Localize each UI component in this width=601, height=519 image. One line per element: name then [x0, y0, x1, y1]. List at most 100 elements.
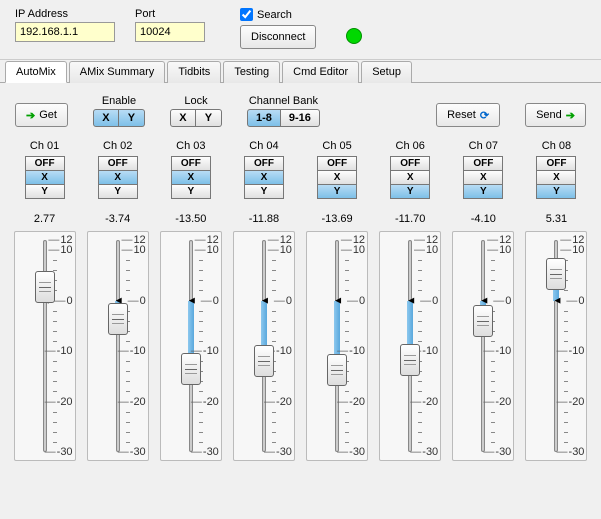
- channel-6: Ch 06 OFF X Y -11.70 12100-10-20-30 ◄: [374, 140, 447, 461]
- fader-thumb[interactable]: [108, 303, 128, 335]
- search-label: Search: [257, 9, 292, 21]
- fader-thumb[interactable]: [400, 344, 420, 376]
- channel-y-button[interactable]: Y: [536, 185, 576, 199]
- channel-off-button[interactable]: OFF: [244, 156, 284, 171]
- tab-automix[interactable]: AutoMix: [5, 61, 67, 83]
- channel-value: -11.70: [395, 213, 425, 225]
- channel-fader[interactable]: 12100-10-20-30 ◄: [525, 231, 587, 461]
- channel-x-button[interactable]: X: [98, 171, 138, 185]
- channel-off-button[interactable]: OFF: [536, 156, 576, 171]
- arrow-right-icon: ➔: [566, 109, 575, 122]
- ip-label: IP Address: [15, 8, 115, 20]
- lock-x-button[interactable]: X: [170, 109, 196, 127]
- channel-title: Ch 07: [469, 140, 498, 152]
- connection-status-indicator: [346, 28, 362, 44]
- channel-8: Ch 08 OFF X Y 5.31 12100-10-20-30 ◄: [520, 140, 593, 461]
- channel-x-button[interactable]: X: [463, 171, 503, 185]
- tab-amix-summary[interactable]: AMix Summary: [69, 61, 166, 83]
- port-label: Port: [135, 8, 205, 20]
- channel-fader[interactable]: 12100-10-20-30 ◄: [233, 231, 295, 461]
- channels-container: Ch 01 OFF X Y 2.77 12100-10-20-30 ◄ Ch 0…: [0, 135, 601, 466]
- zero-pointer-icon: ◄: [333, 295, 343, 306]
- connection-panel: IP Address Port Search Disconnect: [0, 0, 601, 60]
- bank-1-8-button[interactable]: 1-8: [247, 109, 281, 127]
- channel-value: -13.50: [175, 213, 206, 225]
- channel-y-button[interactable]: Y: [98, 185, 138, 199]
- channel-title: Ch 05: [322, 140, 351, 152]
- channel-off-button[interactable]: OFF: [98, 156, 138, 171]
- zero-pointer-icon: ◄: [187, 295, 197, 306]
- fader-thumb[interactable]: [181, 353, 201, 385]
- tab-bar: AutoMixAMix SummaryTidbitsTestingCmd Edi…: [0, 60, 601, 83]
- port-input[interactable]: [135, 22, 205, 42]
- channel-title: Ch 06: [396, 140, 425, 152]
- channel-fader[interactable]: 12100-10-20-30 ◄: [452, 231, 514, 461]
- channel-title: Ch 03: [176, 140, 205, 152]
- channel-x-button[interactable]: X: [317, 171, 357, 185]
- channel-fader[interactable]: 12100-10-20-30 ◄: [160, 231, 222, 461]
- zero-pointer-icon: ◄: [553, 295, 563, 306]
- ip-input[interactable]: [15, 22, 115, 42]
- channel-fader[interactable]: 12100-10-20-30 ◄: [14, 231, 76, 461]
- channel-2: Ch 02 OFF X Y -3.74 12100-10-20-30 ◄: [81, 140, 154, 461]
- fader-thumb[interactable]: [254, 345, 274, 377]
- channel-off-button[interactable]: OFF: [390, 156, 430, 171]
- channel-title: Ch 02: [103, 140, 132, 152]
- fader-thumb[interactable]: [473, 305, 493, 337]
- arrow-right-icon: ➔: [26, 109, 35, 122]
- get-button[interactable]: ➔Get: [15, 103, 68, 127]
- channel-y-button[interactable]: Y: [463, 185, 503, 199]
- tab-tidbits[interactable]: Tidbits: [167, 61, 221, 83]
- channel-x-button[interactable]: X: [536, 171, 576, 185]
- channel-value: -4.10: [471, 213, 496, 225]
- send-button[interactable]: Send ➔: [525, 103, 586, 127]
- fader-thumb[interactable]: [546, 258, 566, 290]
- bank-9-16-button[interactable]: 9-16: [281, 109, 320, 127]
- reset-button[interactable]: Reset ⟳: [436, 103, 500, 127]
- zero-pointer-icon: ◄: [260, 295, 270, 306]
- channel-y-button[interactable]: Y: [171, 185, 211, 199]
- channel-title: Ch 04: [249, 140, 278, 152]
- channel-bank-label: Channel Bank: [249, 95, 318, 107]
- channel-4: Ch 04 OFF X Y -11.88 12100-10-20-30 ◄: [227, 140, 300, 461]
- controls-row: ➔Get Enable X Y Lock X Y Channel Bank 1-…: [0, 83, 601, 135]
- channel-x-button[interactable]: X: [25, 171, 65, 185]
- channel-off-button[interactable]: OFF: [463, 156, 503, 171]
- channel-value: -11.88: [249, 213, 279, 225]
- refresh-icon: ⟳: [480, 109, 489, 122]
- channel-off-button[interactable]: OFF: [25, 156, 65, 171]
- channel-y-button[interactable]: Y: [317, 185, 357, 199]
- channel-off-button[interactable]: OFF: [171, 156, 211, 171]
- channel-1: Ch 01 OFF X Y 2.77 12100-10-20-30 ◄: [8, 140, 81, 461]
- channel-fader[interactable]: 12100-10-20-30 ◄: [87, 231, 149, 461]
- channel-y-button[interactable]: Y: [25, 185, 65, 199]
- channel-y-button[interactable]: Y: [390, 185, 430, 199]
- search-checkbox[interactable]: [240, 8, 253, 21]
- channel-x-button[interactable]: X: [390, 171, 430, 185]
- enable-y-button[interactable]: Y: [119, 109, 145, 127]
- search-checkbox-row[interactable]: Search: [240, 8, 316, 21]
- channel-value: 2.77: [34, 213, 55, 225]
- channel-value: 5.31: [546, 213, 567, 225]
- channel-value: -13.69: [321, 213, 352, 225]
- disconnect-button[interactable]: Disconnect: [240, 25, 316, 49]
- channel-title: Ch 01: [30, 140, 59, 152]
- channel-value: -3.74: [105, 213, 130, 225]
- channel-off-button[interactable]: OFF: [317, 156, 357, 171]
- fader-thumb[interactable]: [35, 271, 55, 303]
- channel-fader[interactable]: 12100-10-20-30 ◄: [379, 231, 441, 461]
- channel-x-button[interactable]: X: [244, 171, 284, 185]
- fader-thumb[interactable]: [327, 354, 347, 386]
- channel-7: Ch 07 OFF X Y -4.10 12100-10-20-30 ◄: [447, 140, 520, 461]
- channel-x-button[interactable]: X: [171, 171, 211, 185]
- tab-cmd-editor[interactable]: Cmd Editor: [282, 61, 359, 83]
- enable-x-button[interactable]: X: [93, 109, 119, 127]
- channel-y-button[interactable]: Y: [244, 185, 284, 199]
- channel-3: Ch 03 OFF X Y -13.50 12100-10-20-30 ◄: [154, 140, 227, 461]
- zero-pointer-icon: ◄: [406, 295, 416, 306]
- enable-label: Enable: [102, 95, 136, 107]
- lock-y-button[interactable]: Y: [196, 109, 222, 127]
- channel-fader[interactable]: 12100-10-20-30 ◄: [306, 231, 368, 461]
- tab-setup[interactable]: Setup: [361, 61, 412, 83]
- tab-testing[interactable]: Testing: [223, 61, 280, 83]
